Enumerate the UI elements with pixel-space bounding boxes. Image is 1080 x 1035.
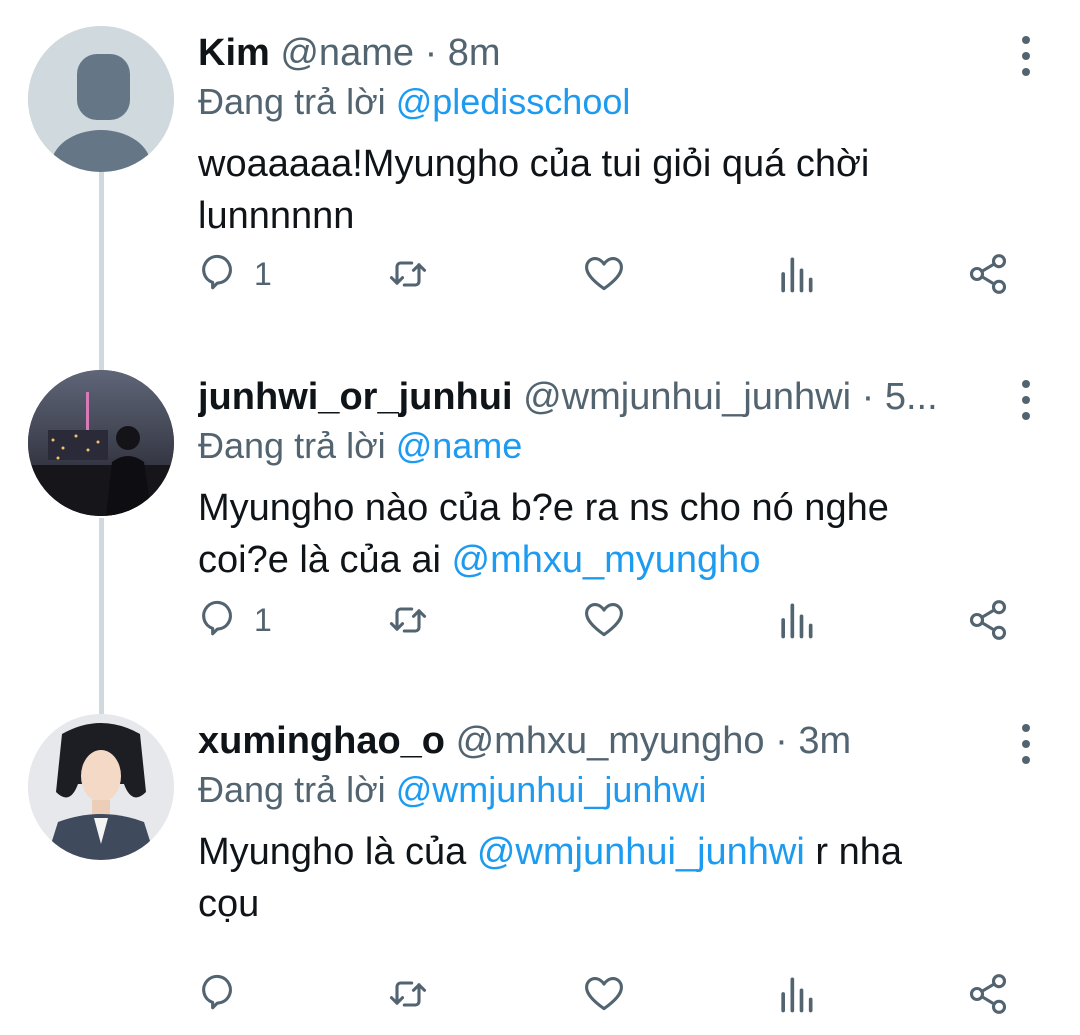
mention-link[interactable]: @pledisschool: [396, 81, 631, 122]
like-button[interactable]: [582, 246, 626, 302]
retweet-icon: [389, 607, 427, 633]
tweet-header: junhwi_or_junhui @wmjunhui_junhwi · 5...: [198, 370, 998, 424]
analytics-icon: [781, 977, 813, 1013]
analytics-icon: [781, 603, 813, 639]
timestamp[interactable]: 8m: [448, 32, 501, 74]
analytics-button[interactable]: [774, 966, 818, 1022]
tweet-text-line: Myungho nào của b?e ra ns cho nó nghe: [198, 487, 889, 529]
heart-icon: [585, 603, 623, 637]
share-icon: [969, 254, 1007, 294]
replying-to: Đang trả lời @name: [198, 420, 522, 472]
user-photo-avatar: [28, 714, 174, 860]
tweet-text-segment: r nha: [815, 831, 903, 873]
more-options-icon[interactable]: [1018, 724, 1034, 764]
timestamp[interactable]: 5...: [885, 376, 938, 418]
reply-count: 1: [254, 255, 272, 292]
default-avatar-icon: [28, 26, 174, 172]
user-handle[interactable]: @name: [280, 32, 414, 74]
reply-button[interactable]: 1: [198, 592, 272, 648]
reply-count: 1: [254, 601, 272, 638]
analytics-icon: [781, 257, 813, 293]
share-button[interactable]: [966, 246, 1010, 302]
separator: ·: [424, 32, 438, 74]
reply-icon: [202, 600, 232, 636]
retweet-button[interactable]: [386, 966, 430, 1022]
avatar[interactable]: [28, 714, 174, 860]
more-options-icon[interactable]: [1018, 36, 1034, 76]
like-button[interactable]: [582, 966, 626, 1022]
retweet-button[interactable]: [386, 592, 430, 648]
tweet-text-line: cọu: [198, 883, 260, 925]
timestamp[interactable]: 3m: [798, 720, 851, 762]
reply-icon: [202, 974, 232, 1010]
analytics-button[interactable]: [774, 246, 818, 302]
tweet-text-line: Myungho là của @wmjunhui_junhwi r nha: [198, 826, 1018, 878]
tweet-text: Myungho là của @wmjunhui_junhwi r nha cọ…: [198, 826, 1018, 930]
replying-label: Đang trả lời: [198, 81, 386, 122]
tweet-text: Myungho nào của b?e ra ns cho nó nghe co…: [198, 482, 1018, 586]
mention-link[interactable]: @wmjunhui_junhwi: [477, 831, 805, 873]
mention-link[interactable]: @name: [396, 425, 523, 466]
tweet-actions: 1: [198, 246, 1018, 302]
tweet-text-line: lunnnnnn: [198, 195, 355, 237]
separator: ·: [775, 720, 788, 762]
more-options-icon[interactable]: [1018, 380, 1034, 420]
like-button[interactable]: [582, 592, 626, 648]
display-name[interactable]: xuminghao_o: [198, 720, 445, 762]
share-button[interactable]: [966, 966, 1010, 1022]
user-handle[interactable]: @mhxu_myungho: [456, 720, 765, 762]
display-name[interactable]: junhwi_or_junhui: [198, 376, 513, 418]
tweet-text-segment: coi?e là của ai: [198, 539, 441, 581]
heart-icon: [585, 257, 623, 291]
replying-to: Đang trả lời @pledisschool: [198, 76, 630, 128]
user-photo-avatar: [28, 370, 174, 516]
mention-link[interactable]: @wmjunhui_junhwi: [396, 769, 707, 810]
retweet-icon: [389, 981, 427, 1007]
tweet-actions: 1: [198, 592, 1018, 648]
mention-link[interactable]: @mhxu_myungho: [452, 539, 761, 581]
reply-button[interactable]: [198, 966, 254, 1022]
separator: ·: [861, 376, 875, 418]
retweet-button[interactable]: [386, 246, 430, 302]
share-icon: [969, 600, 1007, 640]
tweet-text-segment: Myungho là của: [198, 831, 467, 873]
share-icon: [969, 974, 1007, 1014]
tweet-header: Kim @name · 8m: [198, 26, 998, 80]
avatar[interactable]: [28, 26, 174, 172]
replying-to: Đang trả lời @wmjunhui_junhwi: [198, 764, 706, 816]
display-name[interactable]: Kim: [198, 32, 270, 74]
tweet-actions: [198, 966, 1018, 1022]
share-button[interactable]: [966, 592, 1010, 648]
retweet-icon: [389, 261, 427, 287]
reply-button[interactable]: 1: [198, 246, 272, 302]
analytics-button[interactable]: [774, 592, 818, 648]
user-handle[interactable]: @wmjunhui_junhwi: [523, 376, 851, 418]
replying-label: Đang trả lời: [198, 769, 386, 810]
replying-label: Đang trả lời: [198, 425, 386, 466]
reply-icon: [202, 254, 232, 290]
heart-icon: [585, 977, 623, 1011]
tweet-text-line: coi?e là của ai @mhxu_myungho: [198, 534, 1018, 586]
tweet-header: xuminghao_o @mhxu_myungho · 3m: [198, 714, 998, 768]
tweet-text-line: woaaaaa!Myungho của tui giỏi quá chời: [198, 143, 870, 185]
avatar[interactable]: [28, 370, 174, 516]
tweet-text: woaaaaa!Myungho của tui giỏi quá chời lu…: [198, 138, 1018, 242]
